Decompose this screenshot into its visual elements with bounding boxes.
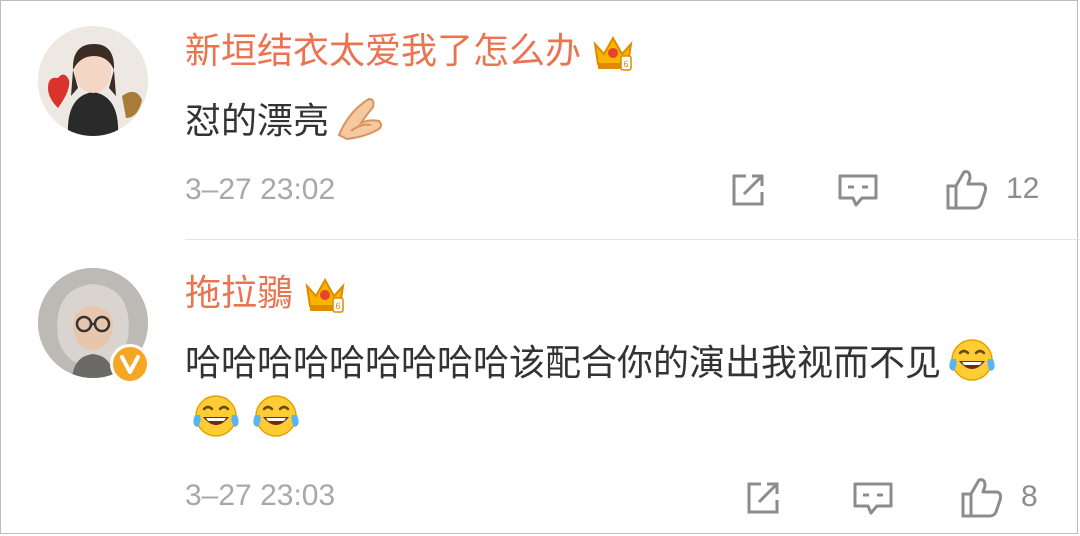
thumbs-up-icon: [946, 170, 988, 210]
thumbs-up-icon: [961, 478, 1003, 518]
avatar[interactable]: [38, 26, 148, 136]
share-button[interactable]: [743, 478, 783, 518]
comment-icon: [838, 174, 878, 207]
timestamp: 3–27 23:03: [185, 479, 336, 512]
share-icon: [747, 482, 779, 514]
comment-text: 怼的漂亮: [185, 94, 1025, 150]
praying-hands-emoji-icon: [337, 97, 383, 141]
comment-item: 新垣结衣太爱我了怎么办 6 怼的漂亮 3–27 23:02 12: [0, 0, 1080, 240]
svg-text:6: 6: [336, 301, 341, 311]
like-button[interactable]: 12: [944, 166, 1039, 212]
svg-text:6: 6: [624, 59, 629, 69]
comment-item: 拖拉鶸 6 哈哈哈哈哈哈哈哈哈该配合你的演出我视而不见 3–27 23:03 8: [0, 240, 1080, 536]
tears-of-joy-emoji-icon: [253, 395, 299, 437]
like-button[interactable]: 8: [959, 474, 1038, 520]
like-count: 8: [1021, 480, 1038, 513]
comment-text: 哈哈哈哈哈哈哈哈哈该配合你的演出我视而不见: [185, 336, 1025, 448]
share-button[interactable]: [728, 170, 768, 210]
like-count: 12: [1006, 172, 1040, 205]
crown-vip-badge-icon: 6: [305, 277, 345, 313]
tears-of-joy-emoji-icon: [949, 339, 995, 381]
reply-button[interactable]: [836, 170, 880, 210]
username-link[interactable]: 拖拉鶸: [185, 272, 293, 316]
reply-button[interactable]: [851, 478, 895, 518]
comment-icon: [853, 482, 893, 515]
username-link[interactable]: 新垣结衣太爱我了怎么办: [185, 30, 581, 74]
timestamp: 3–27 23:02: [185, 173, 336, 206]
share-icon: [732, 174, 764, 206]
tears-of-joy-emoji-icon: [193, 395, 239, 437]
comment-header: 新垣结衣太爱我了怎么办 6: [185, 30, 635, 74]
crown-vip-badge-icon: 6: [593, 35, 633, 71]
comment-header: 拖拉鶸 6: [185, 272, 347, 316]
verified-badge-icon: [110, 344, 150, 384]
